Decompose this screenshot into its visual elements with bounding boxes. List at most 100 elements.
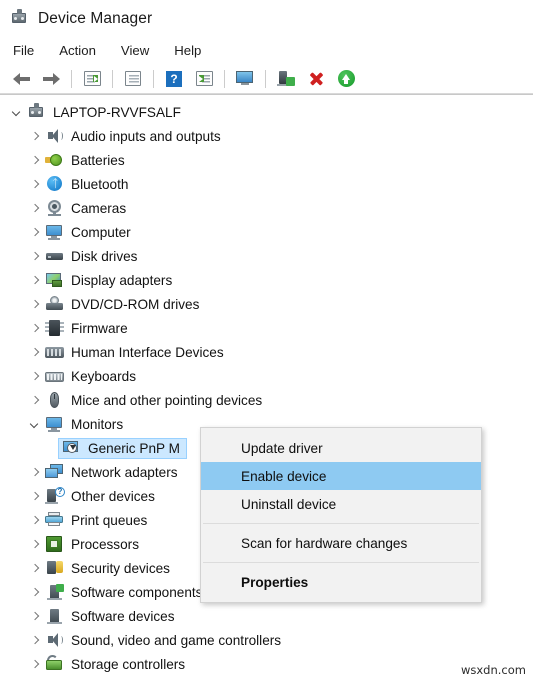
menu-bar: File Action View Help	[0, 37, 533, 64]
display-adapter-icon	[44, 271, 65, 289]
unknown-device-icon: ?	[44, 487, 65, 505]
chevron-right-icon[interactable]	[27, 604, 44, 628]
context-menu-item-enable-device[interactable]: Enable device	[201, 462, 481, 490]
security-device-icon	[44, 559, 65, 577]
monitor-scan-icon	[235, 70, 255, 87]
chevron-right-icon[interactable]	[27, 556, 44, 580]
toolbar: ?	[0, 64, 533, 94]
chevron-right-icon[interactable]	[27, 364, 44, 388]
context-menu-separator	[203, 523, 479, 524]
back-button[interactable]	[6, 66, 36, 92]
menu-action[interactable]: Action	[57, 41, 107, 60]
arrow-right-icon	[42, 72, 60, 85]
watermark: wsxdn.com	[460, 663, 526, 677]
properties-button[interactable]	[77, 66, 107, 92]
forward-button[interactable]	[36, 66, 66, 92]
tree-item-display-adapters[interactable]: Display adapters	[0, 268, 533, 292]
tree-item-computer[interactable]: Computer	[0, 220, 533, 244]
chevron-right-icon[interactable]	[27, 628, 44, 652]
tree-item-dvd-cd-rom-drives[interactable]: DVD/CD-ROM drives	[0, 292, 533, 316]
chevron-right-icon[interactable]	[27, 196, 44, 220]
chevron-right-icon[interactable]	[27, 580, 44, 604]
chevron-right-icon[interactable]	[27, 388, 44, 412]
tree-item-bluetooth[interactable]: ᛏ Bluetooth	[0, 172, 533, 196]
enable-device-button[interactable]	[271, 66, 301, 92]
arrow-left-icon	[12, 72, 30, 85]
disabled-monitor-icon	[61, 439, 82, 457]
help-button[interactable]: ?	[159, 66, 189, 92]
menu-help[interactable]: Help	[172, 41, 212, 60]
device-manager-icon	[9, 8, 29, 29]
tree-item-label: Cameras	[71, 200, 127, 216]
tree-item-label: Other devices	[71, 488, 155, 504]
tree-item-keyboards[interactable]: Keyboards	[0, 364, 533, 388]
tree-item-human-interface-devices[interactable]: Human Interface Devices	[0, 340, 533, 364]
tree-item-mice-and-other-pointing-devices[interactable]: Mice and other pointing devices	[0, 388, 533, 412]
show-details-button[interactable]	[118, 66, 148, 92]
tree-root-node[interactable]: LAPTOP-RVVFSALF	[0, 100, 533, 124]
keyboard-icon	[44, 367, 65, 385]
context-menu-item-properties[interactable]: Properties	[201, 568, 481, 596]
chevron-right-icon[interactable]	[27, 340, 44, 364]
tree-item-label: Generic PnP M	[88, 440, 180, 456]
chevron-right-icon[interactable]	[27, 172, 44, 196]
tree-item-label: Keyboards	[71, 368, 136, 384]
mouse-icon	[44, 391, 65, 409]
question-mark-icon: ?	[166, 70, 182, 87]
context-menu-item-scan-for-hardware-changes[interactable]: Scan for hardware changes	[201, 529, 481, 557]
software-device-icon	[44, 607, 65, 625]
tree-item-label: Mice and other pointing devices	[71, 392, 263, 408]
context-menu-item-update-driver[interactable]: Update driver	[201, 434, 481, 462]
tree-item-label: Display adapters	[71, 272, 173, 288]
chevron-right-icon[interactable]	[27, 508, 44, 532]
tree-item-label: Security devices	[71, 560, 170, 576]
toolbar-separator	[112, 69, 113, 88]
storage-controller-icon	[44, 655, 65, 673]
chevron-down-icon[interactable]	[27, 412, 44, 436]
computer-icon	[26, 103, 47, 121]
toolbar-separator	[224, 69, 225, 88]
device-manager-window: Device Manager File Action View Help ? L…	[0, 0, 533, 683]
tree-item-label: Software devices	[71, 608, 175, 624]
tree-item-batteries[interactable]: Batteries	[0, 148, 533, 172]
chevron-right-icon[interactable]	[27, 268, 44, 292]
device-enable-icon	[277, 70, 295, 87]
tree-item-cameras[interactable]: Cameras	[0, 196, 533, 220]
context-menu-item-uninstall-device[interactable]: Uninstall device	[201, 490, 481, 518]
green-up-arrow-icon	[337, 70, 355, 87]
chevron-right-icon[interactable]	[27, 484, 44, 508]
chevron-right-icon[interactable]	[27, 652, 44, 675]
tree-item-disk-drives[interactable]: Disk drives	[0, 244, 533, 268]
uninstall-device-button[interactable]	[301, 66, 331, 92]
tree-item-label: Software components	[71, 584, 203, 600]
tree-item-label: Print queues	[71, 512, 148, 528]
tree-item-label: Sound, video and game controllers	[71, 632, 282, 648]
tree-item-firmware[interactable]: Firmware	[0, 316, 533, 340]
chevron-down-icon[interactable]	[9, 100, 26, 124]
document-icon	[125, 71, 141, 86]
toolbar-separator	[265, 69, 266, 88]
chevron-right-icon[interactable]	[27, 292, 44, 316]
tree-item-audio-inputs-and-outputs[interactable]: Audio inputs and outputs	[0, 124, 533, 148]
tree-item-sound-video-and-game-controllers[interactable]: Sound, video and game controllers	[0, 628, 533, 652]
chevron-right-icon[interactable]	[27, 124, 44, 148]
chevron-right-icon[interactable]	[27, 244, 44, 268]
chevron-right-icon[interactable]	[27, 148, 44, 172]
tree-item-label: Batteries	[71, 152, 125, 168]
chevron-right-icon[interactable]	[27, 460, 44, 484]
disk-drive-icon	[44, 247, 65, 265]
tree-item-software-devices[interactable]: Software devices	[0, 604, 533, 628]
tree-item-label: Firmware	[71, 320, 128, 336]
chevron-right-icon[interactable]	[27, 316, 44, 340]
tree-item-storage-controllers[interactable]: Storage controllers	[0, 652, 533, 675]
menu-view[interactable]: View	[119, 41, 160, 60]
chevron-right-icon[interactable]	[27, 532, 44, 556]
scan-hardware-button[interactable]	[230, 66, 260, 92]
menu-file[interactable]: File	[11, 41, 45, 60]
tree-item-label: Storage controllers	[71, 656, 186, 672]
scan-for-changes-button[interactable]	[331, 66, 361, 92]
red-x-icon	[308, 70, 325, 87]
chevron-right-icon[interactable]	[27, 220, 44, 244]
tree-item-label: Network adapters	[71, 464, 178, 480]
update-driver-button[interactable]	[189, 66, 219, 92]
